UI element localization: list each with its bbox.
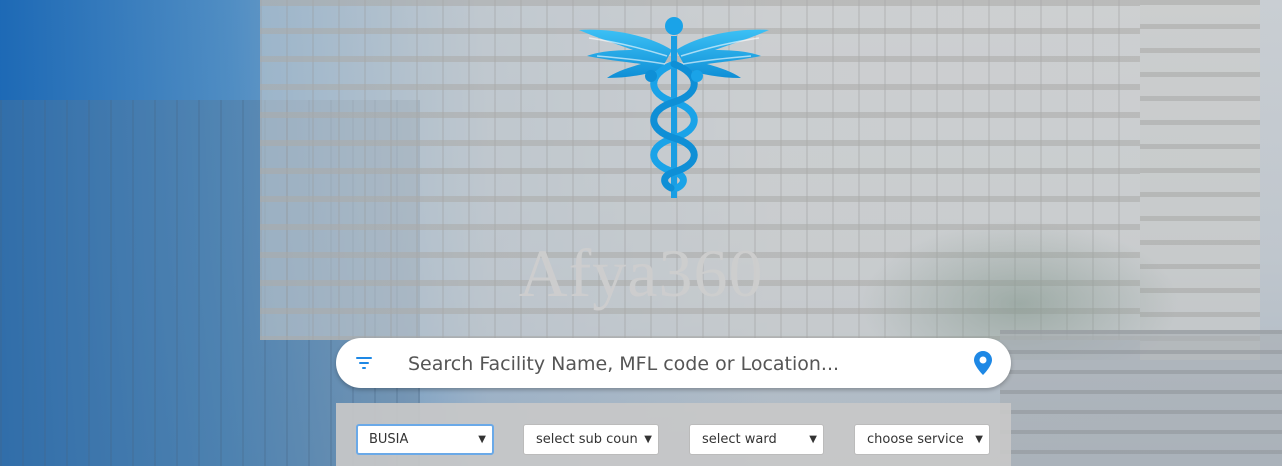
caret-down-icon: ▼	[644, 434, 652, 445]
caret-down-icon: ▼	[975, 434, 983, 445]
caduceus-icon	[577, 14, 771, 200]
filter-icon[interactable]	[354, 353, 374, 373]
ward-select-value: select ward	[702, 432, 777, 447]
service-select-value: choose service	[867, 432, 964, 447]
county-select-value: BUSIA	[369, 432, 409, 447]
subcounty-select-value: select sub coun	[536, 432, 638, 447]
caret-down-icon: ▼	[478, 434, 486, 445]
search-input[interactable]	[406, 338, 970, 390]
ward-select[interactable]: select ward ▼	[689, 424, 824, 455]
subcounty-select[interactable]: select sub coun ▼	[523, 424, 659, 455]
caret-down-icon: ▼	[809, 434, 817, 445]
service-select[interactable]: choose service ▼	[854, 424, 990, 455]
search-bar	[336, 338, 1011, 390]
brand-title: Afya360	[518, 235, 764, 311]
county-select[interactable]: BUSIA ▼	[356, 424, 494, 455]
location-pin-icon[interactable]	[974, 351, 992, 375]
background-building-lower-right	[1000, 330, 1282, 466]
filter-panel: BUSIA ▼ select sub coun ▼ select ward ▼ …	[336, 403, 1011, 466]
